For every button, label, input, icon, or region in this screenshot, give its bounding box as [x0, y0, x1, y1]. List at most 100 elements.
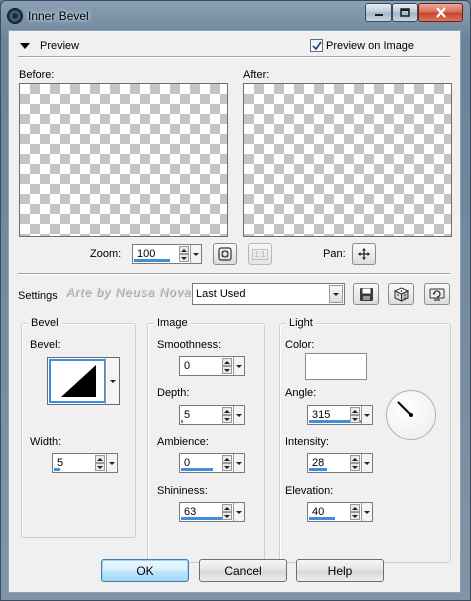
elevation-spinbox[interactable]: 40: [307, 502, 373, 522]
spin-down-icon[interactable]: [222, 415, 232, 423]
title-bar[interactable]: Inner Bevel: [1, 1, 470, 31]
angle-dial-icon: [397, 401, 413, 417]
preset-dropdown[interactable]: Last Used: [192, 283, 345, 305]
ambience-dropdown-button[interactable]: [233, 454, 244, 472]
spin-down-icon[interactable]: [222, 366, 232, 374]
spin-up-icon[interactable]: [179, 246, 189, 254]
smoothness-spinbox[interactable]: 0: [179, 356, 245, 376]
smoothness-value: 0: [184, 360, 191, 372]
dialog-body: Preview Preview on Image Before: After: …: [8, 30, 461, 593]
shininess-spinbox[interactable]: 63: [179, 502, 245, 522]
bevel-group-title: Bevel: [28, 317, 62, 329]
chevron-down-icon: [236, 510, 242, 514]
randomize-button[interactable]: [388, 283, 414, 305]
intensity-spinbox[interactable]: 28: [307, 453, 373, 473]
zoom-one-to-one-button[interactable]: 1:1: [248, 243, 272, 265]
chevron-down-icon: [109, 461, 115, 465]
bevel-shape-swatch[interactable]: [49, 359, 106, 403]
spin-down-icon[interactable]: [350, 463, 360, 471]
spin-down-icon[interactable]: [350, 415, 360, 423]
angle-spin-arrows[interactable]: [350, 407, 360, 423]
width-spin-arrows[interactable]: [95, 455, 105, 471]
ambience-spinbox[interactable]: 0: [179, 453, 245, 473]
cancel-button[interactable]: Cancel: [199, 559, 287, 582]
bevel-shape-dropdown-button[interactable]: [105, 358, 119, 404]
bevel-shape-picker[interactable]: [47, 357, 120, 405]
spin-down-icon[interactable]: [222, 463, 232, 471]
chevron-down-icon: [193, 252, 199, 256]
angle-label: Angle:: [285, 387, 317, 399]
depth-label: Depth:: [157, 387, 190, 399]
spin-up-icon[interactable]: [222, 407, 232, 415]
elevation-spin-arrows[interactable]: [350, 504, 360, 520]
depth-dropdown-button[interactable]: [233, 406, 244, 424]
preview-on-image-label: Preview on Image: [326, 40, 415, 52]
maximize-icon: [400, 8, 410, 17]
zoom-fit-button[interactable]: [213, 243, 237, 265]
spin-down-icon[interactable]: [222, 512, 232, 520]
chevron-down-icon: [236, 461, 242, 465]
one-to-one-label: 1:1: [252, 248, 268, 260]
ambience-spin-arrows[interactable]: [222, 455, 232, 471]
ambience-slider-bar: [181, 468, 213, 471]
spin-up-icon[interactable]: [350, 455, 360, 463]
maximize-button[interactable]: [392, 3, 418, 22]
angle-spinbox[interactable]: 315: [307, 405, 373, 425]
spin-up-icon[interactable]: [222, 455, 232, 463]
angle-dial[interactable]: [386, 390, 436, 440]
preset-value: Last Used: [196, 288, 246, 300]
spin-up-icon[interactable]: [350, 504, 360, 512]
ok-button[interactable]: OK: [101, 559, 189, 582]
angle-dropdown-button[interactable]: [361, 406, 372, 424]
width-spinbox[interactable]: 5: [52, 453, 118, 473]
intensity-dropdown-button[interactable]: [361, 454, 372, 472]
zoom-dropdown-button[interactable]: [190, 245, 201, 263]
reset-button[interactable]: [424, 283, 450, 305]
color-label: Color:: [285, 339, 315, 351]
elevation-label: Elevation:: [285, 485, 334, 497]
smoothness-dropdown-button[interactable]: [233, 357, 244, 375]
before-preview-canvas[interactable]: [19, 83, 228, 237]
smoothness-spin-arrows[interactable]: [222, 358, 232, 374]
bevel-triangle-icon: [61, 365, 96, 397]
window-title: Inner Bevel: [28, 9, 89, 23]
spin-up-icon[interactable]: [350, 407, 360, 415]
watermark-text: Arte by Neusa Novaes: [66, 285, 207, 299]
intensity-slider-bar: [309, 468, 327, 471]
spin-down-icon[interactable]: [95, 463, 105, 471]
width-label: Width:: [30, 436, 62, 448]
spin-down-icon[interactable]: [179, 254, 189, 262]
spin-up-icon[interactable]: [95, 455, 105, 463]
depth-spinbox[interactable]: 5: [179, 405, 245, 425]
after-preview-canvas[interactable]: [243, 83, 452, 237]
depth-slider-bar: [181, 420, 183, 423]
zoom-label: Zoom:: [90, 248, 122, 260]
depth-spin-arrows[interactable]: [222, 407, 232, 423]
spin-up-icon[interactable]: [222, 358, 232, 366]
shininess-dropdown-button[interactable]: [233, 503, 244, 521]
intensity-spin-arrows[interactable]: [350, 455, 360, 471]
collapse-preview-icon[interactable]: [20, 43, 30, 49]
chevron-down-icon: [236, 364, 242, 368]
zoom-spin-arrows[interactable]: [179, 246, 189, 262]
minimize-button[interactable]: [365, 3, 392, 22]
elevation-dropdown-button[interactable]: [361, 503, 372, 521]
spin-down-icon[interactable]: [350, 512, 360, 520]
reset-icon: [429, 288, 445, 301]
width-dropdown-button[interactable]: [106, 454, 117, 472]
close-button[interactable]: [418, 3, 463, 22]
help-button[interactable]: Help: [296, 559, 384, 582]
smoothness-label: Smoothness:: [157, 339, 222, 351]
divider: [18, 56, 450, 58]
shininess-label: Shininess:: [157, 485, 208, 497]
light-color-swatch[interactable]: [305, 353, 367, 380]
save-preset-button[interactable]: [353, 283, 379, 305]
pan-button[interactable]: [352, 243, 376, 265]
shininess-spin-arrows[interactable]: [222, 504, 232, 520]
after-label: After:: [243, 69, 270, 81]
divider: [18, 273, 450, 275]
preview-on-image-checkbox[interactable]: [310, 39, 323, 52]
zoom-spinbox[interactable]: 100: [132, 244, 202, 264]
spin-up-icon[interactable]: [222, 504, 232, 512]
preset-dropdown-button[interactable]: [329, 285, 343, 303]
